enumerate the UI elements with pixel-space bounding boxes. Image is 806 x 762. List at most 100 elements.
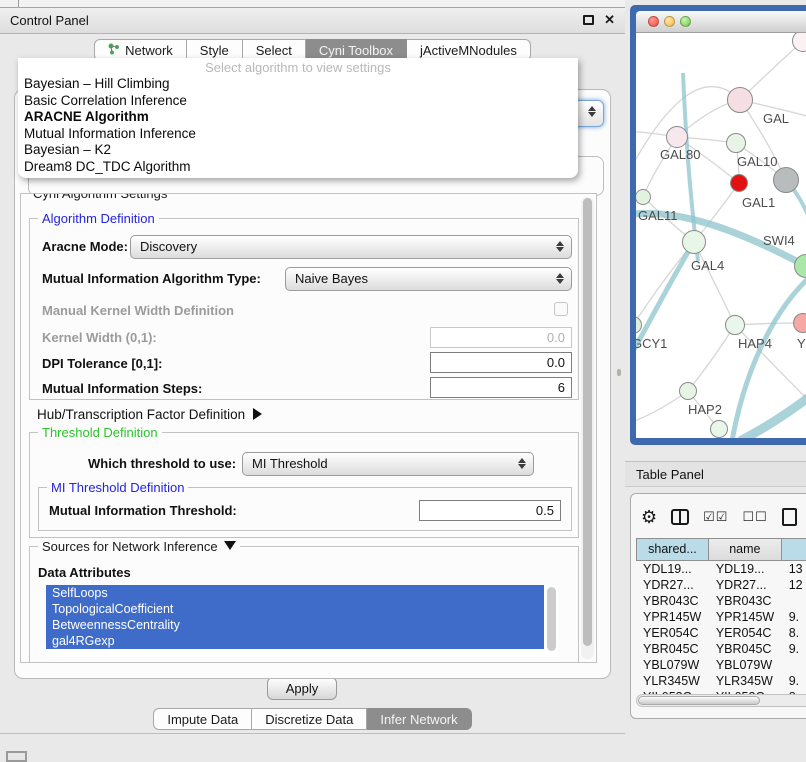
table-row[interactable]: YDL19...YDL19...13: [636, 561, 806, 577]
algorithm-option[interactable]: ARACNE Algorithm: [18, 109, 578, 126]
tab-discretize-data[interactable]: Discretize Data: [252, 708, 367, 730]
table-row[interactable]: YPR145WYPR145W9.: [636, 609, 806, 625]
tab-label: Cyni Toolbox: [319, 43, 393, 58]
tab-label: Style: [200, 43, 229, 58]
table-hscrollbar-thumb[interactable]: [638, 696, 760, 705]
network-node-y[interactable]: [793, 313, 806, 333]
network-node[interactable]: [710, 420, 728, 438]
mi-threshold-label: Mutual Information Threshold:: [49, 503, 237, 518]
table-cell: YBR043C: [709, 593, 782, 609]
attribute-list-item[interactable]: gal4RGexp: [46, 633, 544, 649]
close-traffic-light-icon[interactable]: [648, 16, 659, 27]
unchecked-columns-icon[interactable]: ☐☐: [742, 509, 767, 525]
attribute-list-item[interactable]: BetweennessCentrality: [46, 617, 544, 633]
mi-type-combobox[interactable]: Naive Bayes: [285, 267, 572, 291]
collapsed-arrow-icon: [253, 408, 262, 420]
checked-columns-icon[interactable]: ☑☑: [703, 509, 728, 525]
node-label: GAL4: [691, 258, 724, 273]
attribute-list-item[interactable]: TopologicalCoefficient: [46, 601, 544, 617]
node-label: HAP2: [688, 402, 722, 417]
network-node-hap2[interactable]: [679, 382, 697, 400]
network-node-gal80[interactable]: [666, 126, 688, 148]
tab-label: jActiveMNodules: [420, 43, 517, 58]
minimize-traffic-light-icon[interactable]: [664, 16, 675, 27]
network-canvas[interactable]: GALGAL80GAL10GAL1GAL11SWI4GAL4GCY1HAP4YH…: [636, 33, 806, 438]
table-cell: 12: [782, 577, 806, 593]
table-row[interactable]: YBR043CYBR043C: [636, 593, 806, 609]
mi-type-value: Naive Bayes: [295, 271, 368, 286]
attributes-scrollbar-thumb[interactable]: [547, 587, 556, 651]
apply-button[interactable]: Apply: [267, 677, 337, 700]
table-cell: YLR345W: [636, 673, 709, 689]
mi-steps-field[interactable]: 6: [430, 377, 572, 398]
settings-scrollbar[interactable]: [581, 197, 594, 659]
table-row[interactable]: YLR345WYLR345W9.: [636, 673, 806, 689]
column-header[interactable]: [782, 538, 806, 561]
node-label: GAL80: [660, 147, 700, 162]
dpi-tolerance-field[interactable]: 0.0: [430, 352, 572, 373]
table-rows: YDL19...YDL19...13YDR27...YDR27...12YBR0…: [636, 561, 806, 713]
table-row[interactable]: YDR27...YDR27...12: [636, 577, 806, 593]
table-panel-title: Table Panel: [636, 462, 704, 488]
table-row[interactable]: YBL079WYBL079W: [636, 657, 806, 673]
stepper-icon: [587, 105, 596, 118]
algorithm-option[interactable]: Bayesian – Hill Climbing: [18, 76, 578, 93]
which-threshold-combobox[interactable]: MI Threshold: [242, 452, 534, 476]
table-cell: [782, 593, 806, 609]
network-window-titlebar[interactable]: [636, 11, 806, 33]
node-label: GAL10: [737, 154, 777, 169]
network-node-gal1[interactable]: [730, 174, 748, 192]
splitter-handle[interactable]: [617, 369, 621, 376]
tab-infer-network[interactable]: Infer Network: [367, 708, 471, 730]
stepper-icon: [555, 272, 564, 285]
table-cell: YLR345W: [709, 673, 782, 689]
aracne-mode-label: Aracne Mode:: [42, 239, 128, 254]
data-attributes-list: SelfLoopsTopologicalCoefficientBetweenne…: [46, 585, 558, 657]
mi-threshold-group: MI Threshold Definition Mutual Informati…: [38, 487, 572, 531]
hub-definition-label: Hub/Transcription Factor Definition: [37, 407, 245, 422]
table-cell: YPR145W: [636, 609, 709, 625]
kernel-width-field[interactable]: 0.0: [430, 327, 572, 348]
tab-label: Select: [256, 43, 292, 58]
sources-title[interactable]: Sources for Network Inference: [38, 539, 240, 554]
aracne-mode-combobox[interactable]: Discovery: [130, 235, 572, 259]
table-cell: 9.: [782, 673, 806, 689]
table-cell: 8.: [782, 625, 806, 641]
node-label: SWI4: [763, 233, 795, 248]
control-panel-title: Control Panel: [10, 8, 89, 34]
network-node[interactable]: [773, 167, 799, 193]
minimized-panel-icon[interactable]: [6, 751, 27, 762]
gear-icon[interactable]: ⚙: [641, 507, 657, 527]
network-node-hap4[interactable]: [725, 315, 745, 335]
network-node-gal4[interactable]: [682, 230, 706, 254]
settings-scrollbar-thumb[interactable]: [583, 198, 592, 646]
algorithm-option[interactable]: Basic Correlation Inference: [18, 93, 578, 110]
algorithm-option[interactable]: Bayesian – K2: [18, 142, 578, 159]
column-header-name[interactable]: name: [709, 538, 782, 561]
hidden-tab-sliver: [18, 0, 19, 7]
expanded-arrow-icon: [224, 541, 236, 550]
table-row[interactable]: YER054CYER054C8.: [636, 625, 806, 641]
hub-definition-toggle[interactable]: Hub/Transcription Factor Definition: [37, 407, 262, 422]
mi-threshold-field[interactable]: 0.5: [419, 500, 561, 521]
top-strip: [0, 0, 625, 7]
tab-impute-data[interactable]: Impute Data: [153, 708, 252, 730]
column-header-shared[interactable]: shared...: [636, 538, 709, 561]
network-node-gal10[interactable]: [726, 133, 746, 153]
document-icon[interactable]: [782, 508, 797, 526]
data-attributes-label: Data Attributes: [38, 565, 131, 580]
close-icon[interactable]: ✕: [604, 13, 615, 27]
table-hscrollbar[interactable]: [636, 694, 806, 707]
table-row[interactable]: YBR045CYBR045C9.: [636, 641, 806, 657]
float-window-icon[interactable]: [583, 15, 594, 25]
network-node-gal[interactable]: [727, 87, 753, 113]
tab-label: Discretize Data: [265, 712, 353, 727]
columns-icon[interactable]: [671, 509, 689, 525]
algorithm-option[interactable]: Dream8 DC_TDC Algorithm: [18, 159, 578, 176]
control-panel: Control Panel ✕ NetworkStyleSelectCyni T…: [0, 7, 625, 734]
manual-kernel-checkbox[interactable]: [554, 302, 568, 316]
node-table: shared...name YDL19...YDL19...13YDR27...…: [636, 538, 806, 713]
zoom-traffic-light-icon[interactable]: [680, 16, 691, 27]
algorithm-option[interactable]: Mutual Information Inference: [18, 126, 578, 143]
attribute-list-item[interactable]: SelfLoops: [46, 585, 544, 601]
